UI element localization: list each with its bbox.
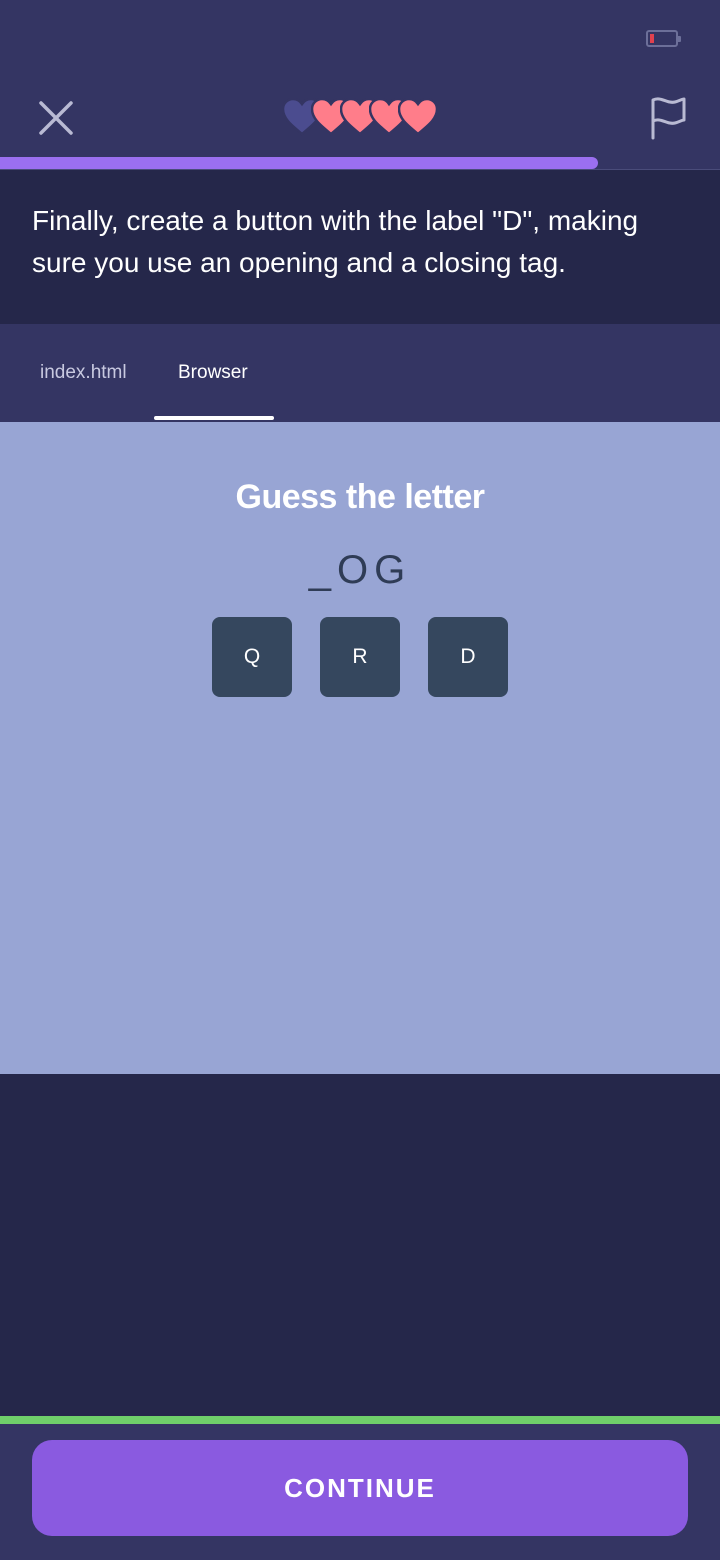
lesson-header bbox=[0, 80, 720, 170]
report-flag-button[interactable] bbox=[640, 88, 696, 148]
active-tab-indicator bbox=[154, 416, 274, 420]
close-icon bbox=[39, 101, 73, 135]
heart-icon bbox=[398, 98, 438, 136]
continue-button[interactable]: CONTINUE bbox=[32, 1440, 688, 1536]
hidden-word: _OG bbox=[308, 548, 412, 592]
close-button[interactable] bbox=[28, 90, 84, 146]
tab-browser[interactable]: Browser bbox=[178, 324, 248, 422]
editor-tabs: index.html Browser bbox=[0, 324, 720, 422]
game-title: Guess the letter bbox=[235, 478, 485, 516]
letter-buttons: Q R D bbox=[212, 617, 512, 697]
empty-area bbox=[0, 1074, 720, 1416]
letter-button-r[interactable]: R bbox=[320, 617, 400, 697]
success-indicator-line bbox=[0, 1416, 720, 1424]
status-bar bbox=[0, 0, 720, 80]
letter-button-d[interactable]: D bbox=[428, 617, 508, 697]
tab-index-html[interactable]: index.html bbox=[40, 324, 127, 422]
lesson-progress-bar bbox=[0, 157, 720, 169]
lives-hearts bbox=[282, 98, 442, 138]
instruction-text: Finally, create a button with the label … bbox=[32, 205, 639, 278]
instruction-panel: Finally, create a button with the label … bbox=[0, 170, 720, 324]
battery-icon bbox=[646, 30, 681, 47]
footer: CONTINUE bbox=[0, 1424, 720, 1560]
browser-preview: Guess the letter _OG Q R D bbox=[0, 422, 720, 1074]
lesson-progress-fill bbox=[0, 157, 598, 169]
letter-button-q[interactable]: Q bbox=[212, 617, 292, 697]
flag-icon bbox=[651, 97, 686, 140]
